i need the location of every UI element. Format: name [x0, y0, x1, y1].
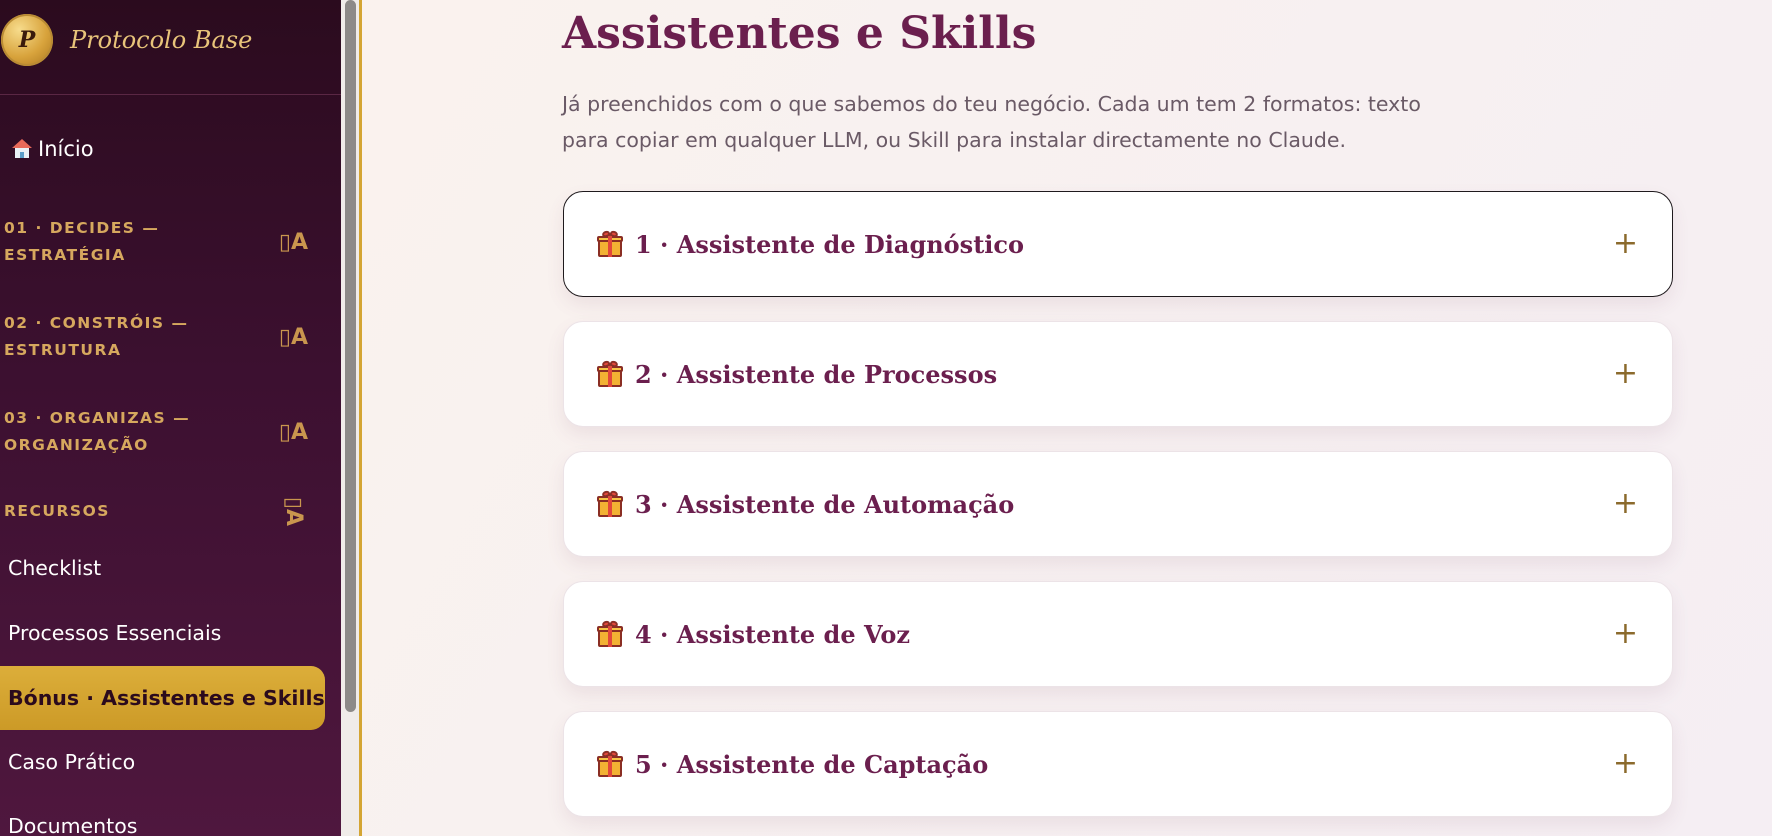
- section-toggle-icon[interactable]: ▯A: [279, 230, 308, 255]
- section-label: 03 · ORGANIZAS — ORGANIZAÇÃO: [4, 409, 191, 454]
- accordion-title: 1 · Assistente de Diagnóstico: [635, 229, 1025, 259]
- brand[interactable]: P Protocolo Base: [0, 10, 341, 70]
- gift-icon: [597, 749, 623, 777]
- expand-plus-icon[interactable]: +: [1613, 749, 1638, 779]
- accordion-title: 2 · Assistente de Processos: [635, 359, 998, 389]
- assistant-accordion-voz[interactable]: 4 · Assistente de Voz +: [563, 581, 1673, 687]
- section-toggle-icon[interactable]: ▯A: [279, 420, 308, 445]
- section-label: 02 · CONSTRÓIS — ESTRUTURA: [4, 314, 189, 359]
- page-intro: Já preenchidos com o que sabemos do teu …: [562, 92, 1421, 152]
- assistant-accordion-automacao[interactable]: 3 · Assistente de Automação +: [563, 451, 1673, 557]
- gift-icon: [597, 229, 623, 257]
- sidebar-section-estrutura[interactable]: 02 · CONSTRÓIS — ESTRUTURA ▯A: [4, 310, 324, 364]
- expand-plus-icon[interactable]: +: [1613, 489, 1638, 519]
- accordion-title: 4 · Assistente de Voz: [635, 619, 911, 649]
- expand-plus-icon[interactable]: +: [1613, 619, 1638, 649]
- section-label: RECURSOS: [4, 502, 110, 520]
- sidebar-section-estrategia[interactable]: 01 · DECIDES — ESTRATÉGIA ▯A: [4, 215, 324, 269]
- sidebar-scrollbar[interactable]: [341, 0, 361, 836]
- sidebar-section-organizacao[interactable]: 03 · ORGANIZAS — ORGANIZAÇÃO ▯A: [4, 405, 324, 459]
- sidebar-item-processos-essenciais[interactable]: Processos Essenciais: [0, 601, 325, 665]
- gift-icon: [597, 489, 623, 517]
- sidebar-item-checklist[interactable]: Checklist: [0, 536, 325, 600]
- sidebar-divider: [0, 94, 341, 95]
- section-label: 01 · DECIDES — ESTRATÉGIA: [4, 219, 160, 264]
- expand-plus-icon[interactable]: +: [1613, 359, 1638, 389]
- sidebar-item-label: Bónus · Assistentes e Skills: [8, 686, 325, 710]
- sidebar-item-home[interactable]: Início: [12, 137, 94, 161]
- sidebar-item-label: Documentos: [8, 814, 138, 836]
- sidebar-section-recursos[interactable]: RECURSOS ▯A: [4, 497, 324, 526]
- assistant-accordion-processos[interactable]: 2 · Assistente de Processos +: [563, 321, 1673, 427]
- logo-coin-icon: P: [1, 14, 53, 66]
- section-toggle-icon[interactable]: ▯A: [281, 497, 306, 526]
- sidebar-item-bonus-assistentes[interactable]: Bónus · Assistentes e Skills: [0, 666, 325, 730]
- sidebar-item-label: Processos Essenciais: [8, 621, 222, 645]
- accordion-title: 5 · Assistente de Captação: [635, 749, 989, 779]
- sidebar-item-label: Checklist: [8, 556, 102, 580]
- expand-plus-icon[interactable]: +: [1613, 229, 1638, 259]
- sidebar-item-documentos[interactable]: Documentos: [0, 794, 325, 836]
- content-divider: [359, 0, 362, 836]
- brand-name: Protocolo Base: [70, 26, 253, 54]
- gift-icon: [597, 359, 623, 387]
- gift-icon: [597, 619, 623, 647]
- section-toggle-icon[interactable]: ▯A: [279, 325, 308, 350]
- assistant-accordion-captacao[interactable]: 5 · Assistente de Captação +: [563, 711, 1673, 817]
- scrollbar-thumb[interactable]: [345, 0, 356, 712]
- accordion-title: 3 · Assistente de Automação: [635, 489, 1015, 519]
- sidebar: P Protocolo Base Início 01 · DECIDES — E…: [0, 0, 341, 836]
- sidebar-item-label: Caso Prático: [8, 750, 136, 774]
- sidebar-item-caso-pratico[interactable]: Caso Prático: [0, 730, 325, 794]
- page-title: Assistentes e Skills: [562, 8, 1037, 59]
- sidebar-item-label: Início: [38, 137, 94, 161]
- assistant-accordion-diagnostico[interactable]: 1 · Assistente de Diagnóstico +: [563, 191, 1673, 297]
- house-icon: [12, 139, 32, 159]
